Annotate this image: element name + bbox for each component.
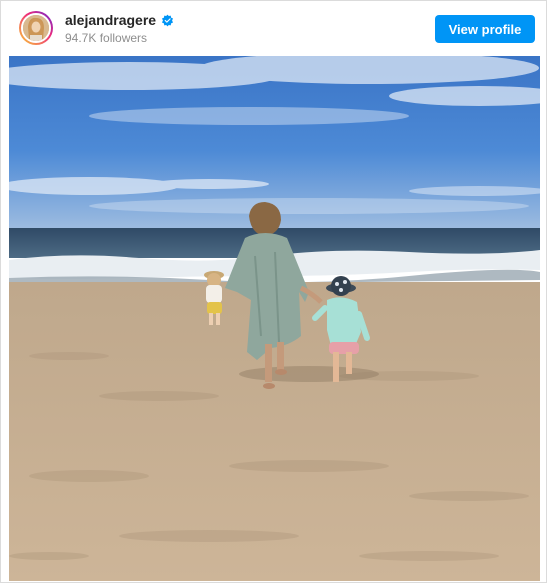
view-profile-button[interactable]: View profile	[435, 15, 535, 43]
username-row: alejandragere	[65, 12, 174, 28]
verified-badge-icon	[162, 14, 174, 26]
instagram-embed: alejandragere 94.7K followers View profi…	[0, 0, 547, 583]
post-header: alejandragere 94.7K followers View profi…	[1, 1, 546, 55]
post-image[interactable]	[9, 56, 540, 581]
avatar-ring[interactable]	[19, 11, 53, 45]
shadow	[239, 366, 379, 382]
avatar-image	[23, 15, 49, 41]
user-info: alejandragere 94.7K followers	[65, 12, 174, 45]
beach-photo	[9, 56, 540, 581]
username[interactable]: alejandragere	[65, 12, 156, 28]
follower-count: 94.7K followers	[65, 31, 148, 45]
avatar[interactable]	[21, 13, 51, 43]
